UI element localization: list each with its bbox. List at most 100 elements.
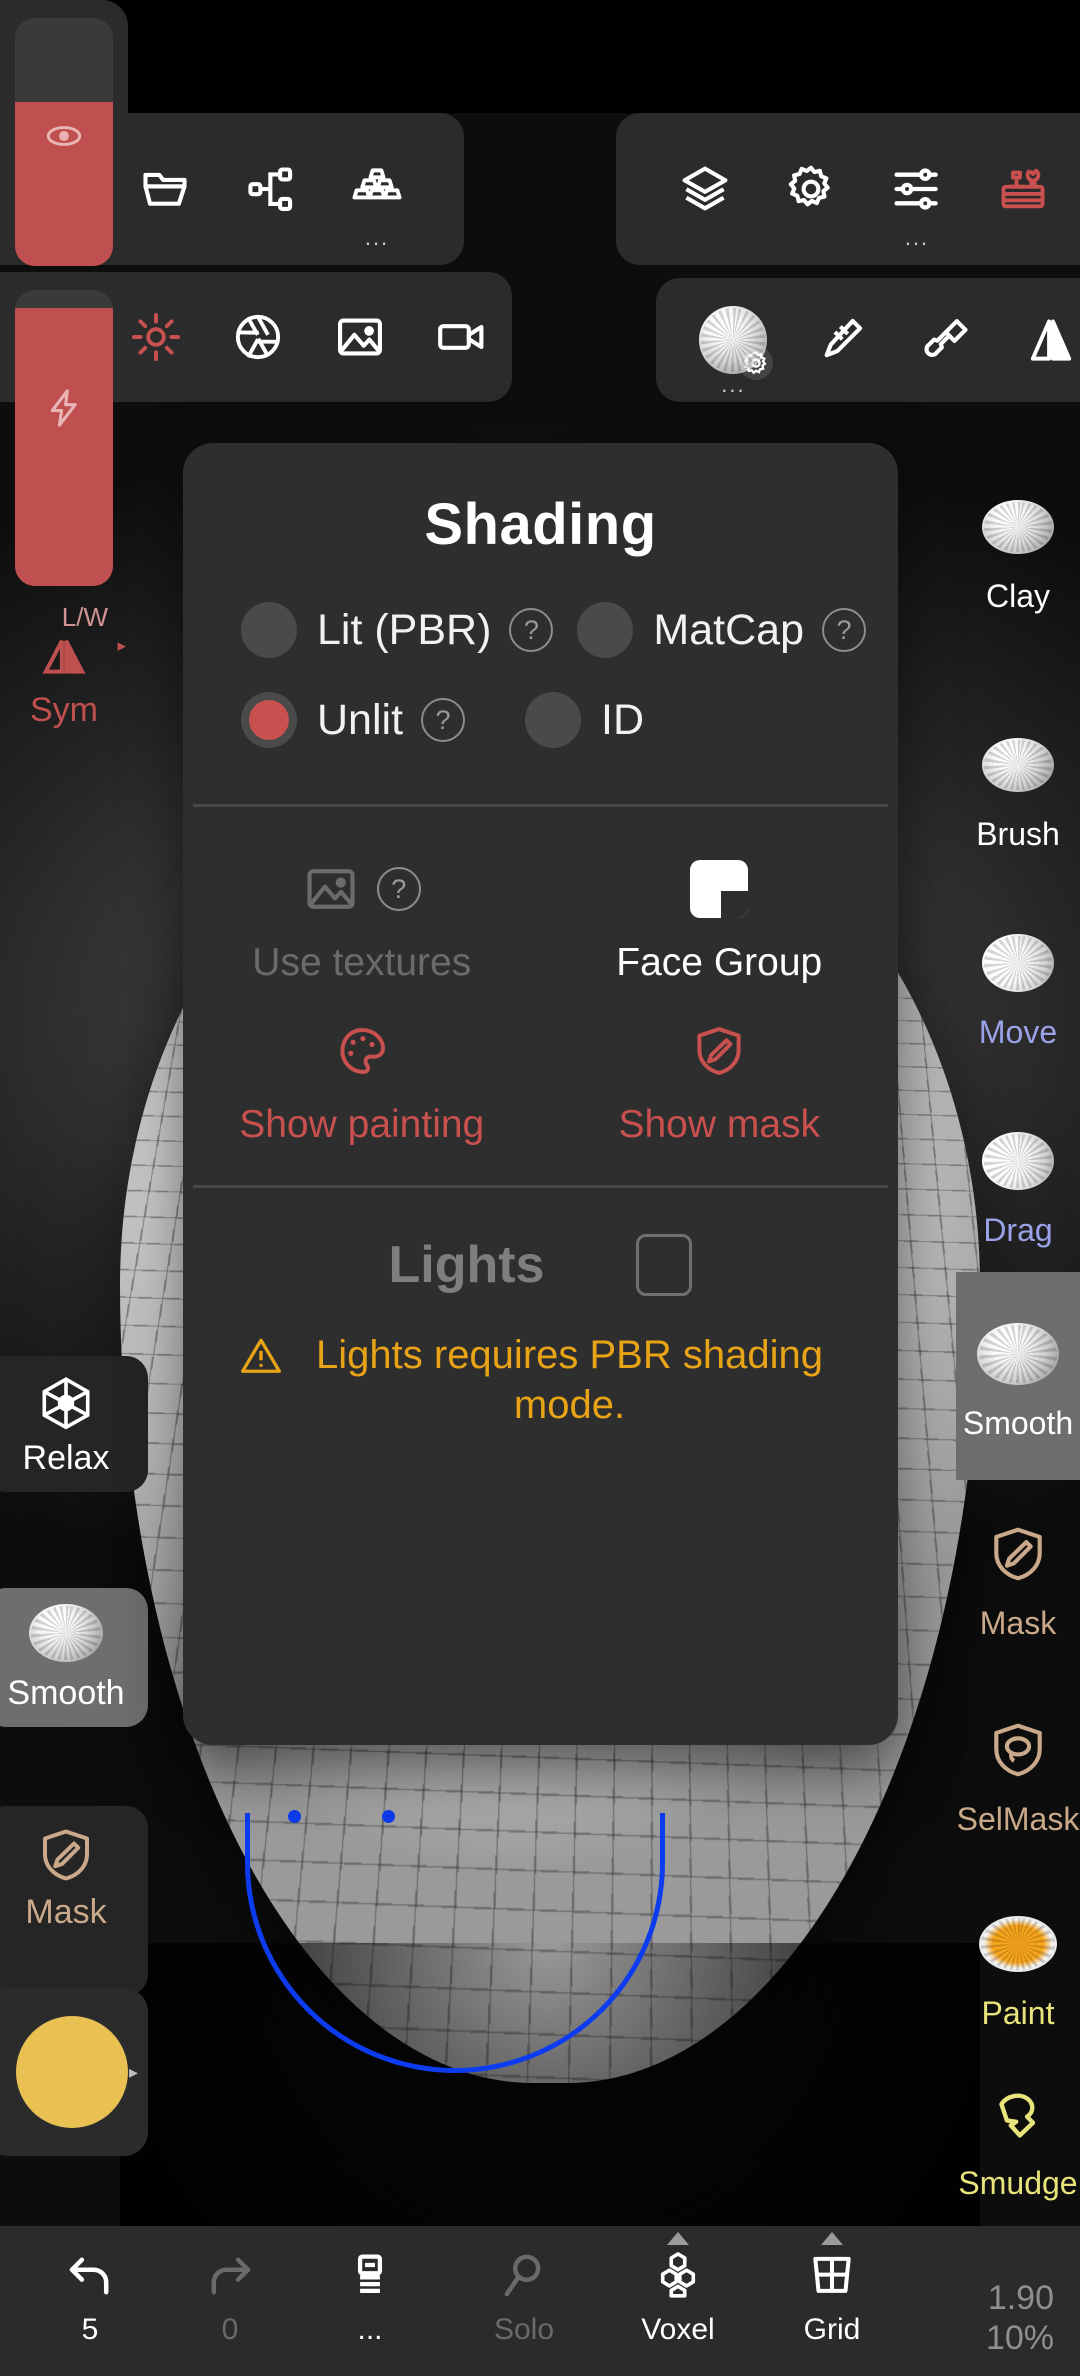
brush-item-clay[interactable]: Clay — [956, 445, 1080, 653]
smudge-icon — [999, 2093, 1036, 2138]
layers-list-button[interactable]: ... — [320, 2226, 420, 2376]
brush-label: Brush — [976, 815, 1060, 852]
top-toolbar-right: ... — [616, 113, 1080, 265]
help-icon-matcap[interactable]: ? — [822, 608, 866, 652]
mask-shield-icon — [697, 1027, 741, 1075]
shading-mode-row-2: Unlit ? ID — [183, 692, 898, 748]
lights-warning-text: Lights requires PBR shading mode. — [316, 1333, 823, 1427]
smooth-brush-icon — [977, 1322, 1059, 1385]
list-icon — [357, 2254, 383, 2293]
selection-point — [382, 1810, 395, 1823]
toggle-show-painting[interactable]: Show painting — [183, 995, 541, 1157]
radio-unlit[interactable] — [241, 692, 297, 748]
symmetry-button[interactable]: L/W ▸ Sym — [0, 602, 128, 730]
clay-brush-icon — [982, 499, 1054, 554]
relax-icon — [42, 1377, 90, 1430]
color-expand-icon[interactable]: ▸ — [129, 2062, 138, 2083]
undo-count: 5 — [81, 2313, 99, 2346]
sliders-more-icon[interactable]: ... — [905, 227, 929, 249]
radio-matcap[interactable] — [577, 602, 634, 658]
camera-icon[interactable] — [410, 272, 512, 402]
brush-item-smooth[interactable]: Smooth — [956, 1272, 1080, 1480]
symmetry-label: Sym — [30, 691, 98, 729]
mask-shield-icon — [994, 1527, 1042, 1580]
undo-icon — [69, 2257, 109, 2295]
sidebar-tool-smooth[interactable]: Smooth — [0, 1588, 148, 1727]
shading-mode-row-1: Lit (PBR) ? MatCap ? — [183, 602, 898, 658]
toolbox-icon[interactable] — [970, 113, 1076, 265]
lights-warning: Lights requires PBR shading mode. — [183, 1296, 898, 1430]
aperture-icon[interactable] — [207, 272, 309, 402]
undo-button[interactable]: 5 — [40, 2226, 140, 2376]
color-swatch-button[interactable]: ▸ — [0, 1988, 148, 2156]
topology-icon[interactable]: ... — [324, 113, 430, 265]
solo-label: Solo — [493, 2313, 555, 2346]
mirror-icon[interactable] — [999, 278, 1080, 402]
voxel-caret-icon[interactable] — [667, 2232, 689, 2245]
brush-more-icon[interactable]: ... — [721, 374, 745, 396]
color-swatch[interactable] — [16, 2016, 128, 2128]
topology-more-icon[interactable]: ... — [365, 227, 389, 249]
brush-item-selmask[interactable]: SelMask — [956, 1668, 1080, 1876]
voxel-button[interactable]: Voxel — [628, 2226, 728, 2376]
brush-label: Smooth — [962, 1404, 1074, 1441]
solo-button[interactable]: Solo — [474, 2226, 574, 2376]
toggle-show-mask[interactable]: Show mask — [541, 995, 899, 1157]
radio-lit-pbr[interactable] — [241, 602, 297, 658]
second-toolbar-right: ... — [656, 278, 1080, 402]
sidebar-tool-label: Mask — [25, 1893, 107, 1931]
grid-icon — [813, 2256, 851, 2293]
redo-button[interactable]: 0 — [180, 2226, 280, 2376]
brush-item-move[interactable]: Move — [956, 881, 1080, 1089]
sidebar-tool-relax[interactable]: Relax — [0, 1356, 148, 1492]
grid-caret-icon[interactable] — [821, 2232, 843, 2245]
symmetry-mode-label: L/W — [61, 602, 108, 632]
app-root: ... ... ... L/W ▸ Sym Relax Smooth Mask … — [0, 0, 1080, 2376]
brush-preview-icon[interactable]: ... — [678, 278, 789, 402]
intensity-pressure-button[interactable] — [15, 290, 113, 586]
intensity-pressure-fill — [15, 307, 113, 586]
toggle-use-textures[interactable]: ? Use textures — [183, 825, 541, 995]
readout-line-1: 1.90 — [987, 2278, 1054, 2317]
toggle-face-group[interactable]: Face Group — [541, 825, 899, 995]
drag-brush-icon — [982, 1131, 1054, 1190]
grid-button[interactable]: Grid — [782, 2226, 882, 2376]
sliders-icon[interactable]: ... — [864, 113, 970, 265]
palette-icon — [340, 1028, 385, 1074]
folder-icon[interactable] — [112, 113, 218, 265]
layers-icon[interactable] — [652, 113, 758, 265]
bottom-bar-items: 5 0 ... Solo Voxel Grid — [24, 2226, 1080, 2376]
brush-label: Paint — [981, 1994, 1055, 2031]
sidebar-tool-mask[interactable]: Mask — [0, 1806, 148, 1996]
help-icon-use-textures[interactable]: ? — [376, 867, 421, 911]
smooth-icon — [29, 1604, 103, 1662]
help-icon-unlit[interactable]: ? — [421, 698, 466, 742]
mask-shield-icon — [43, 1829, 89, 1881]
radius-pressure-button[interactable] — [15, 18, 113, 266]
image-icon[interactable] — [309, 272, 411, 402]
brush-item-mask[interactable]: Mask — [956, 1472, 1080, 1680]
symmetry-expand-icon[interactable]: ▸ — [117, 636, 126, 656]
selmask-shield-lasso-icon — [994, 1723, 1042, 1776]
brush-item-smudge[interactable]: Smudge — [956, 2056, 1080, 2216]
brush-item-brush[interactable]: Brush — [956, 683, 1080, 891]
zoom-readout: 1.90 10% — [986, 2278, 1054, 2358]
brush-label: Clay — [985, 577, 1050, 614]
radio-id[interactable] — [525, 692, 582, 748]
help-icon-lit-pbr[interactable]: ? — [509, 608, 554, 652]
brush-label: Drag — [983, 1211, 1053, 1248]
magnifier-icon — [504, 2254, 541, 2297]
brush-item-paint[interactable]: Paint — [956, 1862, 1080, 2070]
brush-item-drag[interactable]: Drag — [956, 1079, 1080, 1287]
paintbrush-icon[interactable] — [789, 278, 894, 402]
warning-triangle-icon — [241, 1338, 281, 1373]
gear-icon[interactable] — [758, 113, 864, 265]
radius-pressure-fill — [15, 102, 113, 266]
redo-icon — [211, 2257, 251, 2295]
lights-checkbox[interactable] — [636, 1234, 693, 1296]
radio-label-unlit: Unlit — [317, 695, 404, 744]
shading-sun-icon[interactable] — [106, 272, 208, 402]
share-icon[interactable] — [218, 113, 324, 265]
brush-stroke-icon[interactable] — [894, 278, 999, 402]
radius-icon — [46, 126, 82, 147]
